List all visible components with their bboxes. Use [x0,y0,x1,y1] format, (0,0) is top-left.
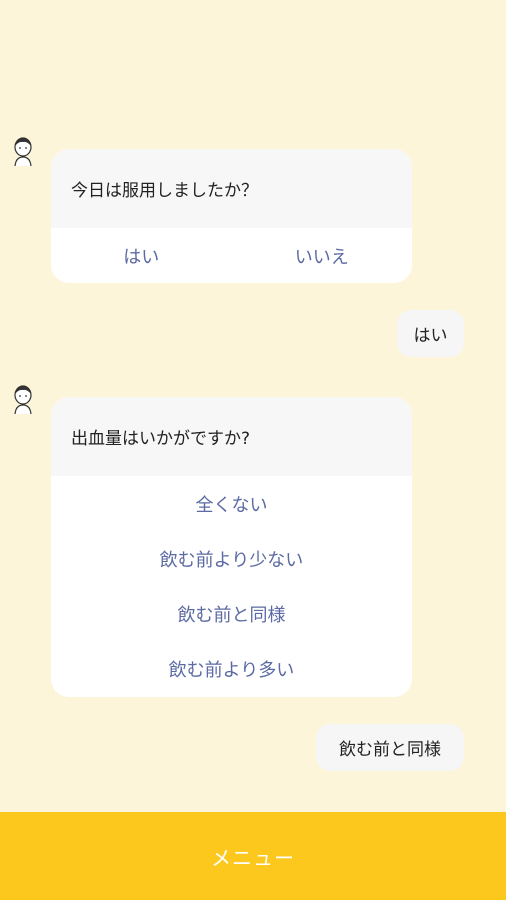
doctor-avatar-icon [9,135,37,167]
doctor-avatar-icon [9,383,37,415]
question-text: 出血量はいかがですか? [51,397,412,476]
option-less-button[interactable]: 飲む前より少ない [51,531,412,586]
option-same-button[interactable]: 飲む前と同様 [51,586,412,641]
option-none-button[interactable]: 全くない [51,476,412,531]
question-text: 今日は服用しましたか？ [51,149,412,228]
menu-button[interactable]: メニュー [0,812,506,900]
user-reply-bubble: はい [397,310,464,357]
question-card-bleeding: 出血量はいかがですか? 全くない 飲む前より少ない 飲む前と同様 飲む前より多い [51,397,412,697]
answer-options: 全くない 飲む前より少ない 飲む前と同様 飲む前より多い [51,476,412,696]
option-yes-button[interactable]: はい [51,243,232,269]
question-card-medication: 今日は服用しましたか？ はい いいえ [51,149,412,283]
user-reply-bubble: 飲む前と同様 [316,724,464,771]
option-no-button[interactable]: いいえ [232,243,413,269]
option-more-button[interactable]: 飲む前より多い [51,641,412,696]
answer-options: はい いいえ [51,228,412,283]
